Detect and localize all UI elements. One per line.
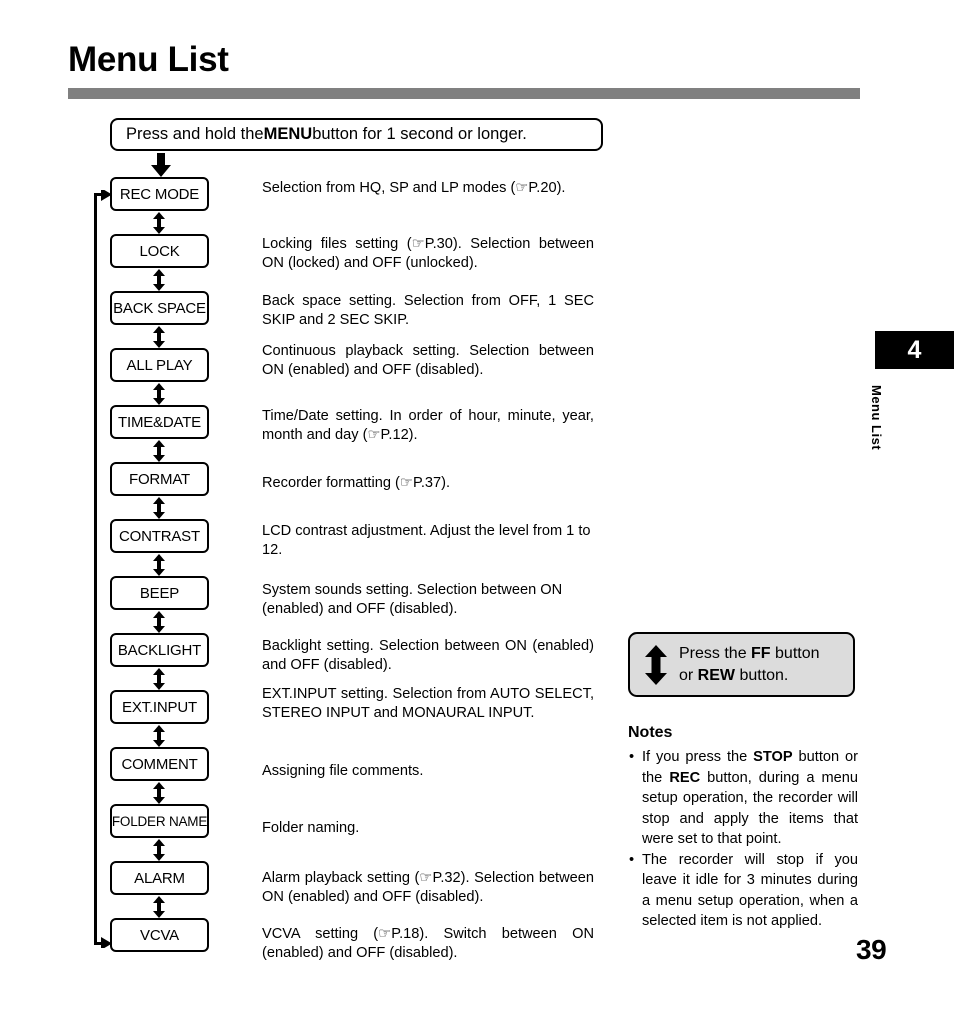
double-arrow-icon bbox=[153, 725, 165, 747]
double-arrow-icon bbox=[153, 611, 165, 633]
note-text-part1: The recorder will stop if you leave it i… bbox=[642, 851, 858, 930]
page-title: Menu List bbox=[68, 40, 229, 79]
chapter-tab-number: 4 bbox=[875, 331, 954, 369]
menu-item-description: Folder naming. bbox=[262, 820, 360, 836]
double-arrow-icon bbox=[153, 497, 165, 519]
menu-item-box[interactable]: FORMAT bbox=[110, 462, 209, 496]
callout-rew-keyword: REW bbox=[697, 666, 735, 684]
chapter-tab-label: Menu List bbox=[869, 385, 884, 451]
double-arrow-icon bbox=[153, 896, 165, 918]
menu-flow-row: COMMENT bbox=[110, 747, 210, 804]
menu-item-description: VCVA setting (☞P.18). Switch between ON … bbox=[262, 926, 594, 961]
menu-flow-row: BEEP bbox=[110, 576, 210, 633]
callout-line1-before: Press the bbox=[679, 644, 752, 662]
note-keyword-2: REC bbox=[669, 769, 701, 786]
menu-item-description: Time/Date setting. In order of hour, min… bbox=[262, 408, 594, 443]
menu-flow-row: LOCK bbox=[110, 234, 210, 291]
menu-item-box[interactable]: LOCK bbox=[110, 234, 209, 268]
note-text-part1: If you press the bbox=[642, 749, 754, 765]
menu-item-box[interactable]: BACKLIGHT bbox=[110, 633, 209, 667]
menu-item-description: System sounds setting. Selection between… bbox=[262, 582, 563, 617]
double-arrow-icon bbox=[153, 383, 165, 405]
menu-item-box[interactable]: REC MODE bbox=[110, 177, 209, 211]
menu-flow-row: ALARM bbox=[110, 861, 210, 918]
ff-rew-line-2: or REW button. bbox=[679, 665, 820, 687]
instruction-text-before: Press and hold the bbox=[126, 125, 264, 143]
note-keyword-1: STOP bbox=[753, 749, 793, 765]
menu-flow-row: BACKLIGHT bbox=[110, 633, 210, 690]
note-bullet-icon: • bbox=[629, 749, 635, 765]
callout-ff-keyword: FF bbox=[751, 644, 771, 662]
menu-flow-row: REC MODE bbox=[110, 177, 210, 234]
note-item: • If you press the STOP button or the REC… bbox=[628, 747, 858, 850]
menu-item-description: Recorder formatting (☞P.37). bbox=[262, 475, 451, 491]
menu-item-box[interactable]: EXT.INPUT bbox=[110, 690, 209, 724]
menu-item-description: Assigning file comments. bbox=[262, 763, 424, 779]
menu-item-box[interactable]: ALL PLAY bbox=[110, 348, 209, 382]
menu-flow-row: ALL PLAY bbox=[110, 348, 210, 405]
menu-flow-row: FORMAT bbox=[110, 462, 210, 519]
menu-item-description: LCD contrast adjustment. Adjust the leve… bbox=[262, 523, 591, 558]
menu-item-description: Backlight setting. Selection between ON … bbox=[262, 638, 594, 673]
ff-rew-callout: Press the FF button or REW button. bbox=[628, 632, 855, 697]
double-arrow-icon bbox=[153, 269, 165, 291]
up-down-arrow-icon bbox=[645, 644, 667, 685]
menu-item-description: Back space setting. Selection from OFF, … bbox=[262, 293, 594, 328]
menu-flow-row: VCVA bbox=[110, 918, 210, 975]
down-arrow-icon bbox=[151, 153, 171, 177]
note-bullet-icon: • bbox=[629, 851, 635, 868]
menu-item-description: Locking files setting (☞P.30). Selection… bbox=[262, 236, 594, 271]
notes-heading: Notes bbox=[628, 724, 673, 741]
menu-item-description: Continuous playback setting. Selection b… bbox=[262, 343, 594, 378]
menu-item-description: Selection from HQ, SP and LP modes (☞P.2… bbox=[262, 180, 566, 196]
ff-rew-callout-text: Press the FF button or REW button. bbox=[679, 643, 820, 687]
menu-item-description: Alarm playback setting (☞P.32). Selectio… bbox=[262, 870, 594, 905]
note-item: • The recorder will stop if you leave it … bbox=[628, 850, 858, 932]
notes-list: • If you press the STOP button or the REC… bbox=[628, 747, 858, 932]
menu-item-box[interactable]: TIME&DATE bbox=[110, 405, 209, 439]
menu-flow-row: TIME&DATE bbox=[110, 405, 210, 462]
menu-flow-column: REC MODE LOCK BACK SPACE ALL PLAY TIME&DATE F… bbox=[110, 177, 210, 975]
menu-item-box[interactable]: BACK SPACE bbox=[110, 291, 209, 325]
menu-item-box[interactable]: ALARM bbox=[110, 861, 209, 895]
double-arrow-icon bbox=[153, 554, 165, 576]
menu-item-box[interactable]: COMMENT bbox=[110, 747, 209, 781]
title-divider bbox=[68, 88, 860, 99]
menu-flow-row: BACK SPACE bbox=[110, 291, 210, 348]
callout-line2-before: or bbox=[679, 666, 698, 684]
double-arrow-icon bbox=[153, 782, 165, 804]
menu-flow-row: CONTRAST bbox=[110, 519, 210, 576]
menu-entry-instruction-box: Press and hold the MENU button for 1 sec… bbox=[110, 118, 603, 151]
menu-item-box[interactable]: BEEP bbox=[110, 576, 209, 610]
menu-flow-row: EXT.INPUT bbox=[110, 690, 210, 747]
page-number: 39 bbox=[856, 934, 887, 965]
menu-item-box[interactable]: VCVA bbox=[110, 918, 209, 952]
menu-item-box[interactable]: CONTRAST bbox=[110, 519, 209, 553]
callout-line2-after: button. bbox=[735, 666, 789, 684]
menu-item-description: EXT.INPUT setting. Selection from AUTO S… bbox=[262, 686, 594, 721]
instruction-text-after: button for 1 second or longer. bbox=[312, 125, 527, 143]
ff-rew-line-1: Press the FF button bbox=[679, 643, 820, 665]
double-arrow-icon bbox=[153, 326, 165, 348]
double-arrow-icon bbox=[153, 440, 165, 462]
double-arrow-icon bbox=[153, 668, 165, 690]
menu-item-box[interactable]: FOLDER NAME bbox=[110, 804, 209, 838]
double-arrow-icon bbox=[153, 212, 165, 234]
callout-line1-after: button bbox=[770, 644, 820, 662]
double-arrow-icon bbox=[153, 839, 165, 861]
menu-flow-row: FOLDER NAME bbox=[110, 804, 210, 861]
instruction-menu-keyword: MENU bbox=[263, 125, 313, 143]
